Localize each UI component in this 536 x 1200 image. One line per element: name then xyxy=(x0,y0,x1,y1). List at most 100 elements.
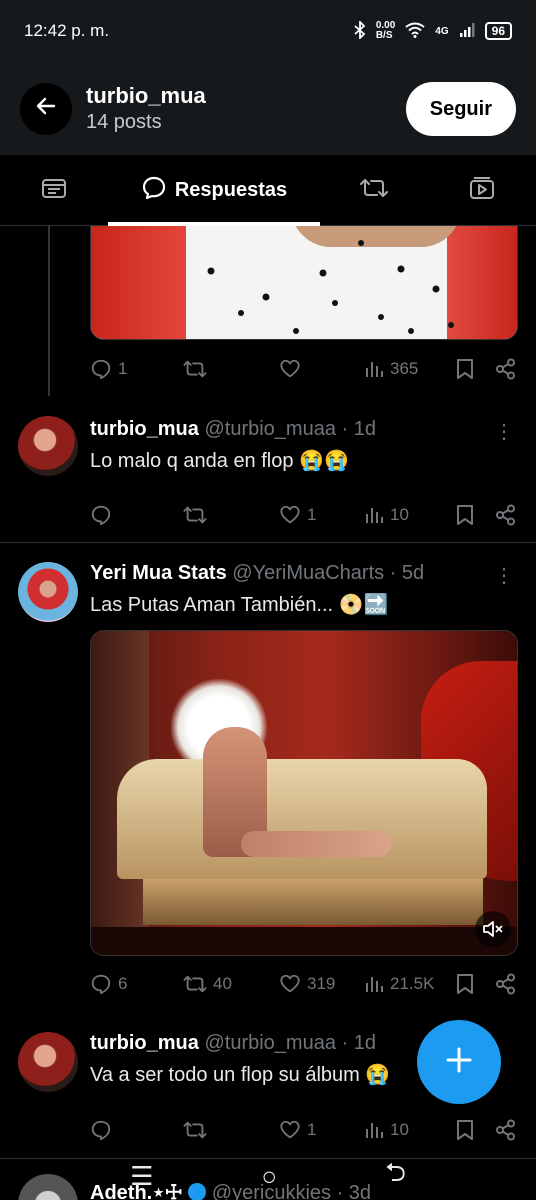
views-button[interactable]: 10 xyxy=(364,505,455,525)
bookmark-icon xyxy=(457,974,473,994)
menu-nav-icon[interactable]: ☰ xyxy=(130,1161,153,1192)
views-chart-icon xyxy=(366,1123,383,1138)
signal-icon xyxy=(459,22,475,41)
views-button[interactable]: 10 xyxy=(364,1120,455,1140)
views-chart-icon xyxy=(366,508,383,523)
views-button[interactable]: 365 xyxy=(364,359,455,379)
post-count: 14 posts xyxy=(86,111,162,133)
like-button[interactable]: 319 xyxy=(279,973,364,995)
home-nav-icon[interactable]: ○ xyxy=(261,1161,277,1192)
battery-indicator: 96 xyxy=(484,22,512,40)
bookmark-button[interactable] xyxy=(455,504,495,526)
network-type: 4G xyxy=(435,25,449,37)
views-button[interactable]: 21.5K xyxy=(364,974,455,994)
tweet-actions: 6 40 319 21.5K xyxy=(90,969,520,999)
share-button[interactable] xyxy=(495,973,517,995)
author-name[interactable]: turbio_mua xyxy=(90,418,199,440)
retweet-icon xyxy=(183,975,207,993)
share-button[interactable] xyxy=(495,504,517,526)
like-button[interactable]: 1 xyxy=(279,504,364,526)
reply-button[interactable]: 6 xyxy=(90,973,183,995)
reply-button[interactable] xyxy=(90,1119,183,1141)
tab-replies[interactable]: Respuestas xyxy=(108,155,320,226)
thread-line xyxy=(48,226,50,396)
views-chart-icon xyxy=(366,977,383,992)
tab-posts[interactable] xyxy=(0,155,108,225)
tab-media[interactable] xyxy=(428,155,536,225)
tweet-actions: 1 365 xyxy=(90,354,520,384)
media-play-icon xyxy=(468,175,496,206)
author-handle: @YeriMuaCharts xyxy=(232,562,385,584)
arrow-left-icon xyxy=(34,94,58,123)
bookmark-button[interactable] xyxy=(455,1119,495,1141)
views-chart-icon xyxy=(366,362,383,377)
posts-icon xyxy=(41,176,67,205)
tweet-time: · 5d xyxy=(389,562,425,584)
heart-icon xyxy=(280,359,300,378)
emoji: 😭😭 xyxy=(299,450,349,472)
retweet-button[interactable] xyxy=(183,358,279,380)
heart-icon xyxy=(280,505,300,524)
plus-icon xyxy=(444,1045,474,1080)
author-name[interactable]: Yeri Mua Stats xyxy=(90,562,227,584)
more-options-icon[interactable]: ⋮ xyxy=(494,566,514,586)
reply-icon xyxy=(91,1120,111,1141)
tweet-text: Lo malo q anda en flop 😭😭 xyxy=(90,450,349,472)
reply-button[interactable]: 1 xyxy=(90,358,183,380)
share-button[interactable] xyxy=(495,1119,517,1141)
mute-button[interactable] xyxy=(475,911,511,947)
bluetooth-icon xyxy=(354,19,366,42)
retweet-button[interactable] xyxy=(183,1119,279,1141)
more-options-icon[interactable]: ⋮ xyxy=(494,422,514,442)
avatar[interactable] xyxy=(18,562,78,622)
share-icon xyxy=(496,358,515,380)
video-player[interactable] xyxy=(90,630,518,956)
emoji: 😭 xyxy=(365,1064,391,1086)
heart-icon xyxy=(280,974,300,993)
share-button[interactable] xyxy=(495,358,517,380)
author-name[interactable]: turbio_mua xyxy=(90,1032,199,1054)
speaker-muted-icon xyxy=(483,921,503,937)
tab-reposts[interactable] xyxy=(320,155,428,225)
reply-icon xyxy=(91,505,111,526)
bookmark-icon xyxy=(457,1120,473,1140)
bookmark-button[interactable] xyxy=(455,973,495,995)
tweet-header: Yeri Mua Stats @YeriMuaCharts · 5d xyxy=(90,562,424,585)
author-handle: @turbio_muaa xyxy=(204,1032,336,1054)
reply-icon xyxy=(91,359,111,380)
follow-button[interactable]: Seguir xyxy=(405,81,516,136)
avatar[interactable] xyxy=(18,1032,78,1092)
tweet-time: · 1d xyxy=(341,418,376,440)
heart-icon xyxy=(280,1120,300,1139)
bookmark-icon xyxy=(457,359,473,379)
tweet-text: Va a ser todo un flop su álbum 😭 xyxy=(90,1064,391,1086)
back-nav-icon[interactable]: ⮌ xyxy=(385,1154,406,1198)
profile-header: turbio_mua 14 posts Seguir xyxy=(0,62,536,155)
wifi-icon xyxy=(405,22,425,41)
avatar[interactable] xyxy=(18,416,78,476)
tweet-time: · 1d xyxy=(341,1032,376,1054)
like-button[interactable] xyxy=(279,358,364,380)
retweet-button[interactable] xyxy=(183,504,279,526)
bookmark-button[interactable] xyxy=(455,358,495,380)
status-icons: 0.00 B/S 4G 96 xyxy=(354,19,512,42)
status-time: 12:42 p. m. xyxy=(24,21,110,40)
net-speed: 0.00 B/S xyxy=(375,20,396,41)
compose-button[interactable] xyxy=(417,1020,501,1104)
tweet-actions: 1 10 xyxy=(90,1115,520,1145)
retweet-icon xyxy=(183,360,207,378)
system-nav-bar: ☰ ○ ⮌ xyxy=(0,1152,536,1200)
tweet-text: Las Putas Aman También... 📀🔜 xyxy=(90,594,389,616)
profile-name: turbio_mua xyxy=(86,83,206,108)
status-bar: 12:42 p. m. 0.00 B/S 4G 96 xyxy=(0,0,536,62)
header-text: turbio_mua 14 posts xyxy=(86,83,406,134)
reply-button[interactable] xyxy=(90,504,183,526)
reply-icon xyxy=(91,974,111,995)
profile-tabs: Respuestas xyxy=(0,155,536,226)
back-button[interactable] xyxy=(20,82,72,135)
tab-replies-label: Respuestas xyxy=(174,178,288,201)
post-image-top[interactable] xyxy=(90,226,518,340)
tweet-actions: 1 10 xyxy=(90,500,520,530)
retweet-button[interactable]: 40 xyxy=(183,973,279,995)
like-button[interactable]: 1 xyxy=(279,1119,364,1141)
